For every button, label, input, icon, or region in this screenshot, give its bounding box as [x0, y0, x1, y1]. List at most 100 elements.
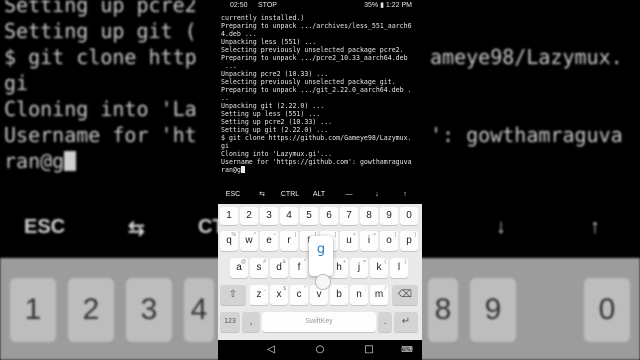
- key-d[interactable]: d &: [270, 258, 288, 278]
- esc-key[interactable]: ESC: [220, 186, 246, 204]
- key-sub-label: |: [294, 232, 296, 238]
- key-m[interactable]: m /: [370, 285, 388, 305]
- key-g-pressed-popup[interactable]: g: [309, 236, 333, 276]
- key-c[interactable]: c ": [290, 285, 308, 305]
- key-0[interactable]: 0: [400, 207, 418, 225]
- key-a[interactable]: a @: [230, 258, 248, 278]
- key-f[interactable]: f *: [290, 258, 308, 278]
- navigation-bar: ◁ ○ □ ⌨: [218, 340, 422, 360]
- key-label: v: [316, 289, 322, 300]
- key-2[interactable]: 2: [240, 207, 258, 225]
- keyboard-hide-icon[interactable]: ⌨: [392, 340, 422, 360]
- bg-key: 0: [584, 278, 630, 342]
- status-time: 02:50: [230, 2, 248, 9]
- bg-terminal-fragment: ': gowthamraguva: [430, 123, 623, 147]
- key-label: p: [406, 235, 412, 246]
- key-sub-label: (: [384, 259, 386, 265]
- terminal-line: ...: [221, 62, 237, 70]
- comma-key[interactable]: ,: [242, 312, 260, 332]
- key-6[interactable]: 6: [320, 207, 338, 225]
- alt-key[interactable]: ALT: [306, 186, 332, 204]
- bg-down: ↓: [496, 216, 506, 238]
- bg-terminal-fragment: ameye98/Lazymux.: [430, 45, 623, 69]
- terminal-line: Cloning into 'Lazymux.gi'...: [221, 150, 333, 158]
- key-4[interactable]: 4: [280, 207, 298, 225]
- key-o[interactable]: o{: [380, 231, 398, 251]
- dash-key[interactable]: —: [336, 186, 362, 204]
- enter-key[interactable]: ↵: [394, 312, 418, 332]
- terminal-line: Selecting previously unselected package …: [221, 46, 404, 54]
- terminal-line: Setting up less (551) ...: [221, 110, 321, 118]
- terminal-prompt-line: ran@g: [221, 166, 245, 174]
- key-r[interactable]: r |: [280, 231, 298, 251]
- key-sub-label: %: [231, 232, 236, 238]
- terminal-cursor: [240, 166, 245, 173]
- key-k[interactable]: k(: [370, 258, 388, 278]
- key-u[interactable]: u <: [340, 231, 358, 251]
- key-p[interactable]: p}: [400, 231, 418, 251]
- terminal-line: Unpacking pcre2 (10.33) ...: [221, 70, 329, 78]
- key-label: z: [256, 289, 262, 300]
- key-s[interactable]: s #: [250, 258, 268, 278]
- key-1[interactable]: 1: [220, 207, 238, 225]
- space-bar[interactable]: SwiftKey: [262, 312, 376, 332]
- terminal-line: currently installed.): [221, 14, 305, 22]
- bg-terminal-line: Cloning into 'La: [4, 97, 197, 121]
- period-key[interactable]: .: [378, 312, 392, 332]
- extra-keys-row: ESC ⇆ CTRL ALT — ↓ ↑: [218, 186, 422, 204]
- shift-key[interactable]: ⇧: [220, 285, 246, 305]
- key-sub-label: ~: [273, 232, 276, 238]
- key-8[interactable]: 8: [360, 207, 378, 225]
- bg-terminal-line: Setting up git (: [4, 19, 197, 43]
- key-e[interactable]: e ~: [260, 231, 278, 251]
- bg-terminal-line: $ git clone http: [4, 45, 197, 69]
- symbols-key[interactable]: 123: [220, 312, 240, 332]
- key-label: w: [245, 235, 253, 246]
- touch-indicator: [315, 274, 331, 290]
- key-sub-label: $: [283, 286, 286, 292]
- key-sub-label: #: [263, 259, 266, 265]
- key-label: f: [297, 262, 301, 273]
- key-label: x: [276, 289, 282, 300]
- key-sub-label: }: [414, 232, 416, 238]
- terminal-output[interactable]: currently installed.) Preparing to unpac…: [218, 12, 422, 184]
- key-x[interactable]: x $: [270, 285, 288, 305]
- backspace-key[interactable]: ⌫: [392, 285, 418, 305]
- key-7[interactable]: 7: [340, 207, 358, 225]
- key-b[interactable]: b:: [330, 285, 348, 305]
- back-icon[interactable]: ◁: [256, 340, 286, 360]
- up-arrow-key[interactable]: ↑: [392, 186, 418, 204]
- key-sub-label: :: [344, 286, 346, 292]
- bg-up: ↑: [590, 216, 600, 238]
- key-sub-label: >: [373, 232, 376, 238]
- key-3[interactable]: 3: [260, 207, 278, 225]
- key-q[interactable]: q%: [220, 231, 238, 251]
- key-sub-label: ): [404, 259, 406, 265]
- battery-level: 35%: [364, 2, 379, 9]
- battery-icon: ▮: [380, 2, 384, 9]
- status-bar: 02:50 STOP 35% ▮ 1:22 PM: [218, 0, 422, 12]
- key-5[interactable]: 5: [300, 207, 318, 225]
- key-sub-label: +: [343, 259, 346, 265]
- key-9[interactable]: 9: [380, 207, 398, 225]
- key-j[interactable]: j =: [350, 258, 368, 278]
- key-label: s: [256, 262, 262, 273]
- terminal-line: Preparing to unpack .../archives/less_55…: [221, 22, 412, 30]
- terminal-line: Preparing to unpack .../git_2.22.0_aarch…: [221, 86, 412, 94]
- recents-icon[interactable]: □: [354, 340, 384, 360]
- terminal-line: Setting up git (2.22.0) ...: [221, 126, 329, 134]
- key-w[interactable]: w ^: [240, 231, 258, 251]
- key-sub-label: *: [304, 259, 306, 265]
- terminal-line: gi: [221, 142, 229, 150]
- key-n[interactable]: n;: [350, 285, 368, 305]
- bg-key: 1: [10, 278, 56, 342]
- home-icon[interactable]: ○: [305, 340, 335, 360]
- down-arrow-key[interactable]: ↓: [364, 186, 390, 204]
- key-i[interactable]: i >: [360, 231, 378, 251]
- tab-key[interactable]: ⇆: [250, 186, 274, 204]
- ctrl-key[interactable]: CTRL: [276, 186, 304, 204]
- key-l[interactable]: l): [390, 258, 408, 278]
- key-label: u: [346, 235, 352, 246]
- terminal-line: 4.deb ...: [221, 30, 257, 38]
- key-z[interactable]: z _: [250, 285, 268, 305]
